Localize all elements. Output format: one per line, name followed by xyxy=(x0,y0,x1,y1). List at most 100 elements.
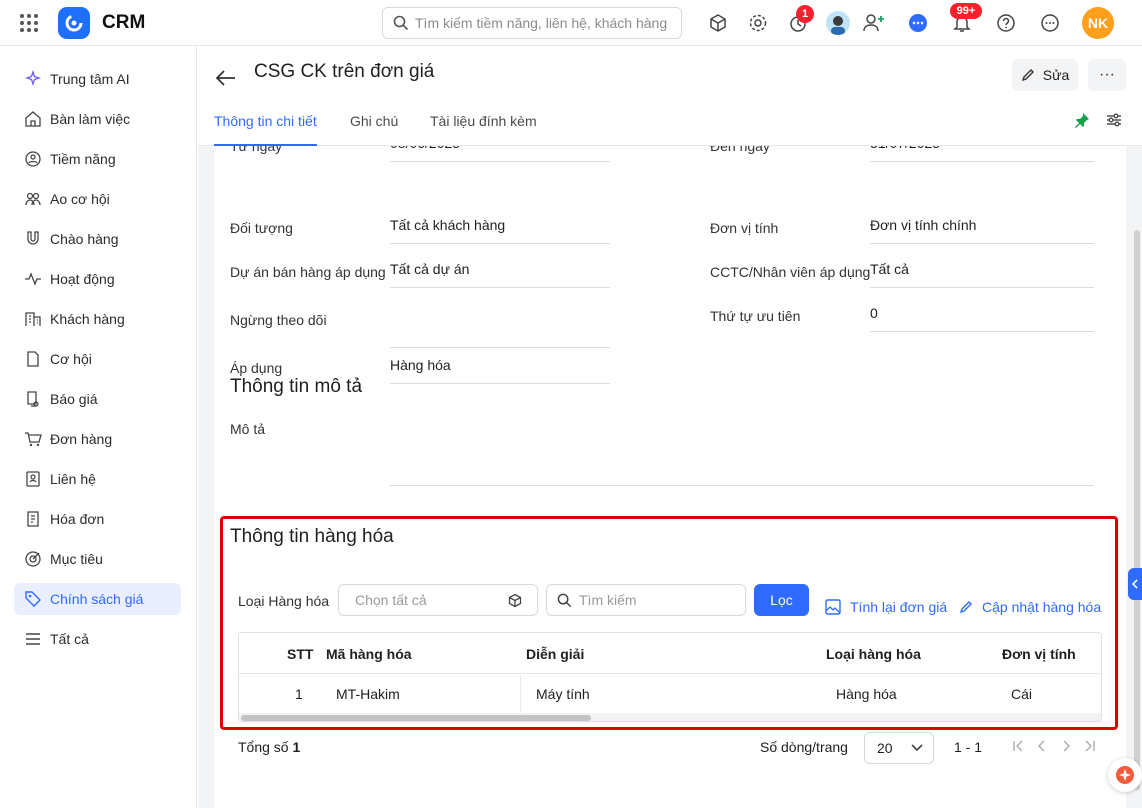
sidebar-item-7[interactable]: Khách hàng xyxy=(14,303,181,335)
more-button[interactable]: ··· xyxy=(1088,59,1126,91)
pin-icon[interactable] xyxy=(1074,112,1090,128)
cell-stt: 1 xyxy=(295,686,303,702)
sidebar-item-14[interactable]: Chính sách giá xyxy=(14,583,181,615)
sidebar-item-label: Liên hệ xyxy=(50,471,96,487)
sidebar-item-9[interactable]: Báo giá xyxy=(14,383,181,415)
field-value[interactable]: Tất cả dự án xyxy=(390,258,610,288)
field-value[interactable]: Đơn vị tính chính xyxy=(870,214,1094,244)
edit-button[interactable]: Sửa xyxy=(1012,59,1078,91)
recalc-label: Tính lại đơn giá xyxy=(850,599,948,615)
field-value-from-date[interactable]: 08/06/2025 xyxy=(390,146,610,162)
sidebar-item-4[interactable]: Ao cơ hội xyxy=(14,183,181,215)
recalculate-price-link[interactable]: Tính lại đơn giá xyxy=(825,599,947,615)
filter-button[interactable]: Lọc xyxy=(754,584,809,616)
group-icon xyxy=(24,190,42,208)
rows-per-page-select[interactable]: 20 xyxy=(864,732,934,764)
last-page-icon[interactable] xyxy=(1084,740,1096,752)
quote-icon xyxy=(24,390,42,408)
package-select-icon xyxy=(507,593,523,609)
field-label: Đơn vị tính xyxy=(710,220,779,236)
tab-details[interactable]: Thông tin chi tiết xyxy=(214,110,317,146)
cell-code: MT-Hakim xyxy=(336,686,400,702)
sidebar-item-label: Đơn hàng xyxy=(50,431,113,447)
field-value-to-date[interactable]: 31/07/2025 xyxy=(870,146,1094,162)
field-value[interactable]: Tất cả xyxy=(870,258,1094,288)
sidebar-item-11[interactable]: Liên hệ xyxy=(14,463,181,495)
update-goods-link[interactable]: Cập nhật hàng hóa xyxy=(959,599,1101,615)
rows-per-page-label: Số dòng/trang xyxy=(760,739,848,755)
field-label: Ngừng theo dõi xyxy=(230,312,327,328)
sidebar-item-15[interactable]: Tất cả xyxy=(14,623,181,655)
sidebar-item-10[interactable]: Đơn hàng xyxy=(14,423,181,455)
description-value[interactable] xyxy=(390,416,1094,486)
tag-icon xyxy=(24,590,42,608)
ai-assistant-button[interactable] xyxy=(1108,758,1142,792)
vertical-scrollbar[interactable] xyxy=(1132,146,1142,808)
sidebar-item-label: Khách hàng xyxy=(50,311,125,327)
next-page-icon[interactable] xyxy=(1060,740,1072,752)
sidebar-item-label: Hóa đơn xyxy=(50,511,105,527)
pulse-icon xyxy=(24,270,42,288)
sidebar-item-2[interactable]: Bàn làm việc xyxy=(14,103,181,135)
app-grid-icon[interactable] xyxy=(19,13,39,33)
description-label: Mô tả xyxy=(230,421,266,437)
gear-icon[interactable] xyxy=(746,11,770,35)
cell-unit: Cái xyxy=(1011,686,1033,702)
timer-badge: 1 xyxy=(796,5,814,23)
sidebar-item-5[interactable]: Chào hàng xyxy=(14,223,181,255)
field-value[interactable]: Tất cả khách hàng xyxy=(390,214,610,244)
user-photo-avatar[interactable] xyxy=(826,11,850,35)
avatar[interactable]: NK xyxy=(1082,7,1114,39)
field-label: Đối tượng xyxy=(230,220,293,236)
cell-desc: Máy tính xyxy=(536,686,590,702)
page-range: 1 - 1 xyxy=(954,739,983,755)
prev-page-icon[interactable] xyxy=(1036,740,1048,752)
sidebar-item-13[interactable]: Mục tiêu xyxy=(14,543,181,575)
settings-sliders-icon[interactable] xyxy=(1106,112,1122,128)
help-icon[interactable] xyxy=(994,11,1018,35)
update-pencil-icon xyxy=(959,600,973,614)
crm-logo-icon xyxy=(58,7,90,39)
collapse-panel-button[interactable] xyxy=(1128,568,1142,600)
tab-attachments[interactable]: Tài liệu đính kèm xyxy=(430,110,537,146)
goods-type-select[interactable]: Chọn tất cả xyxy=(338,584,538,616)
first-page-icon[interactable] xyxy=(1012,740,1024,752)
tab-notes[interactable]: Ghi chú xyxy=(350,110,398,146)
vertical-scrollbar-thumb[interactable] xyxy=(1134,230,1140,790)
add-user-icon[interactable] xyxy=(862,11,886,35)
sidebar-item-8[interactable]: Cơ hội xyxy=(14,343,181,375)
back-arrow-icon[interactable] xyxy=(216,70,236,86)
sidebar-item-1[interactable]: Trung tâm AI xyxy=(14,63,181,95)
total-value: 1 xyxy=(292,739,301,755)
sidebar-item-label: Hoạt động xyxy=(50,271,115,287)
horizontal-scrollbar[interactable] xyxy=(239,713,1101,721)
cart-icon xyxy=(24,430,42,448)
goods-search-input[interactable]: Tìm kiếm xyxy=(546,584,746,616)
goods-table: STT Mã hàng hóa Diễn giải Loại hàng hóa … xyxy=(238,632,1102,722)
sidebar-item-12[interactable]: Hóa đơn xyxy=(14,503,181,535)
sidebar-item-label: Tiềm năng xyxy=(50,151,116,167)
field-value[interactable]: 0 xyxy=(870,302,1094,332)
menu-icon xyxy=(24,630,42,648)
field-value[interactable]: Hàng hóa xyxy=(390,354,610,384)
chat-icon[interactable] xyxy=(906,11,930,35)
sidebar-item-3[interactable]: Tiềm năng xyxy=(14,143,181,175)
field-value[interactable] xyxy=(390,306,610,348)
package-icon[interactable] xyxy=(706,11,730,35)
recalc-image-icon xyxy=(825,599,841,615)
sidebar-item-6[interactable]: Hoạt động xyxy=(14,263,181,295)
scrollbar-thumb[interactable] xyxy=(241,715,591,721)
sidebar-item-label: Chào hàng xyxy=(50,231,119,247)
sidebar-item-label: Trung tâm AI xyxy=(50,71,130,87)
col-header-stt: STT xyxy=(287,646,314,662)
more-circle-icon[interactable] xyxy=(1038,11,1062,35)
global-search[interactable]: Tìm kiếm tiềm năng, liên hệ, khách hàng xyxy=(382,7,682,39)
field-label-from-date: Từ ngày xyxy=(230,146,283,154)
home-icon xyxy=(24,110,42,128)
column-divider xyxy=(520,675,521,713)
field-label: CCTC/Nhân viên áp dụng xyxy=(710,264,871,280)
sidebar: Trung tâm AI Bàn làm việc Tiềm năng Ao cơ h… xyxy=(0,46,197,808)
pencil-icon xyxy=(1021,68,1035,82)
contact-icon xyxy=(24,470,42,488)
rows-per-page-value: 20 xyxy=(877,740,893,756)
